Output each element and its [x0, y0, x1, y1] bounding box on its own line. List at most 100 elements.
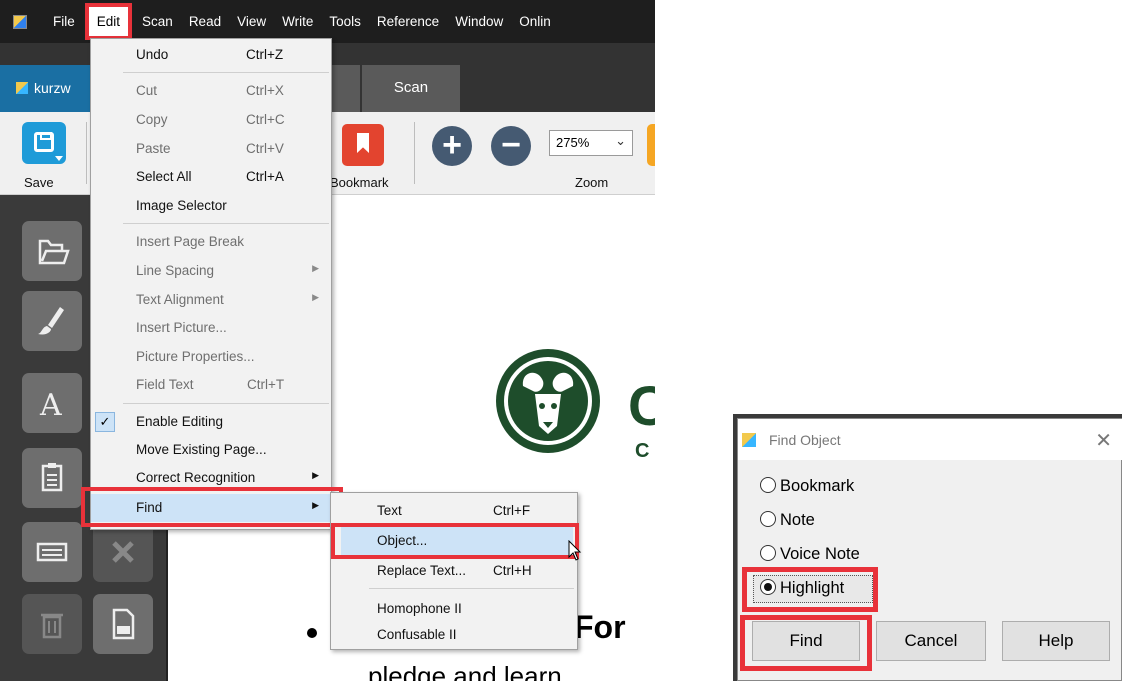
menu-item-enable-editing[interactable]: ✓ Enable Editing — [91, 408, 331, 436]
menu-window[interactable]: Window — [447, 0, 511, 43]
document-heading: For — [574, 609, 626, 645]
submenu-item-replace-text[interactable]: Replace Text... Ctrl+H — [331, 555, 577, 585]
keyboard-button[interactable] — [22, 522, 82, 582]
brush-icon — [38, 307, 64, 335]
undo-label: Undo — [136, 47, 169, 62]
kurzweil-app-screenshot: File Edit Scan Read View Write Tools Ref… — [0, 0, 655, 681]
find-submenu: Text Ctrl+F Object... Replace Text... Ctrl… — [330, 492, 579, 650]
menu-item-picture-properties[interactable]: Picture Properties... — [91, 343, 331, 371]
replace-text-label: Replace Text... — [377, 563, 467, 578]
tab-kurzweil[interactable]: kurzw — [0, 65, 100, 112]
menu-item-copy[interactable]: Copy Ctrl+C — [91, 106, 331, 134]
move-existing-page-label: Move Existing Page... — [136, 442, 267, 457]
zoom-label: Zoom — [575, 175, 609, 190]
zoom-value: 275% — [556, 135, 590, 150]
dialog-titlebar: Find Object ✕ — [738, 419, 1122, 460]
menu-item-paste[interactable]: Paste Ctrl+V — [91, 135, 331, 163]
radio-bookmark-label: Bookmark — [780, 477, 855, 495]
menu-item-undo[interactable]: Undo Ctrl+Z — [91, 41, 331, 69]
bookmark-icon — [357, 133, 369, 153]
field-text-label: Field Text — [136, 377, 194, 392]
text-font-button[interactable]: A — [22, 373, 82, 433]
paint-brush-button[interactable] — [22, 291, 82, 351]
menu-item-text-alignment[interactable]: Text Alignment ▶ — [91, 286, 331, 314]
homophone-label: Homophone II — [377, 601, 462, 616]
menu-bar: File Edit Scan Read View Write Tools Ref… — [0, 0, 655, 43]
correct-recognition-label: Correct Recognition — [136, 470, 256, 485]
save-button[interactable] — [22, 122, 66, 164]
menu-read[interactable]: Read — [181, 0, 229, 43]
ribbon-divider — [86, 122, 87, 184]
save-label: Save — [24, 175, 54, 190]
menu-item-image-selector[interactable]: Image Selector — [91, 192, 331, 220]
annotation-highlight-box — [331, 523, 579, 559]
menu-write[interactable]: Write — [274, 0, 321, 43]
radio-voice-note-label: Voice Note — [780, 545, 860, 563]
clipboard-button[interactable] — [22, 448, 82, 508]
menu-view[interactable]: View — [229, 0, 274, 43]
delete-button[interactable] — [22, 594, 82, 654]
ribbon-divider — [414, 122, 415, 184]
replace-text-shortcut: Ctrl+H — [493, 563, 532, 578]
bookmark-button[interactable] — [342, 124, 384, 166]
text-label: Text — [377, 503, 402, 518]
menu-item-field-text[interactable]: Field Text Ctrl+T — [91, 371, 331, 399]
submenu-item-confusable[interactable]: Confusable II — [331, 619, 577, 649]
menu-item-cut[interactable]: Cut Ctrl+X — [91, 77, 331, 105]
csu-ram-logo — [496, 349, 600, 453]
app-icon — [13, 14, 27, 29]
save-disk-icon — [34, 132, 54, 152]
radio-circle-icon — [760, 511, 776, 527]
text-shortcut: Ctrl+F — [493, 503, 531, 518]
undo-shortcut: Ctrl+Z — [246, 47, 284, 62]
font-a-icon: A — [39, 388, 62, 423]
annotation-highlight-box — [740, 615, 872, 671]
dialog-title: Find Object — [769, 432, 841, 448]
tab-kurzweil-label: kurzw — [34, 80, 71, 96]
menu-tools[interactable]: Tools — [321, 0, 369, 43]
zoom-out-icon[interactable]: − — [491, 126, 531, 166]
svg-text:A: A — [39, 388, 62, 421]
menu-item-insert-picture[interactable]: Insert Picture... — [91, 314, 331, 342]
bookmark-label: Bookmark — [330, 175, 389, 190]
menu-file[interactable]: File — [45, 0, 83, 43]
picture-properties-label: Picture Properties... — [136, 349, 255, 364]
confusable-label: Confusable II — [377, 627, 457, 642]
menu-item-select-all[interactable]: Select All Ctrl+A — [91, 163, 331, 191]
trash-icon — [41, 613, 63, 639]
field-text-shortcut: Ctrl+T — [247, 377, 285, 392]
menu-reference[interactable]: Reference — [369, 0, 447, 43]
toolbar-orange-button[interactable] — [647, 124, 655, 166]
paste-label: Paste — [136, 141, 171, 156]
close-icon — [112, 541, 134, 563]
menu-separator — [369, 588, 574, 589]
radio-note[interactable]: Note — [760, 511, 815, 537]
zoom-select[interactable]: 275% ⌄ — [549, 130, 633, 156]
close-icon[interactable]: ✕ — [1095, 428, 1112, 453]
menu-item-move-existing-page[interactable]: Move Existing Page... — [91, 436, 331, 464]
cut-shortcut: Ctrl+X — [246, 83, 284, 98]
select-all-label: Select All — [136, 169, 192, 184]
cancel-button[interactable]: Cancel — [876, 621, 986, 661]
menu-item-insert-page-break[interactable]: Insert Page Break — [91, 228, 331, 256]
help-button[interactable]: Help — [1002, 621, 1110, 661]
clipboard-icon — [41, 463, 63, 492]
image-selector-label: Image Selector — [136, 198, 227, 213]
close-button[interactable] — [93, 522, 153, 582]
page-document-button[interactable] — [93, 594, 153, 654]
tab-scan[interactable]: Scan — [362, 65, 460, 112]
insert-page-break-label: Insert Page Break — [136, 234, 245, 249]
enable-editing-label: Enable Editing — [136, 414, 224, 429]
menu-edit[interactable]: Edit — [84, 3, 133, 40]
submenu-item-text[interactable]: Text Ctrl+F — [331, 495, 577, 525]
radio-bookmark[interactable]: Bookmark — [760, 477, 854, 503]
menu-item-line-spacing[interactable]: Line Spacing ▶ — [91, 257, 331, 285]
menu-scan[interactable]: Scan — [134, 0, 181, 43]
zoom-in-icon[interactable]: + — [432, 126, 472, 166]
open-folder-button[interactable] — [22, 221, 82, 281]
document-page-icon — [112, 608, 135, 640]
keyboard-icon — [36, 542, 68, 562]
menu-online[interactable]: Onlin — [511, 0, 559, 43]
tab-hidden[interactable] — [332, 65, 360, 112]
submenu-arrow-icon: ▶ — [312, 292, 319, 302]
